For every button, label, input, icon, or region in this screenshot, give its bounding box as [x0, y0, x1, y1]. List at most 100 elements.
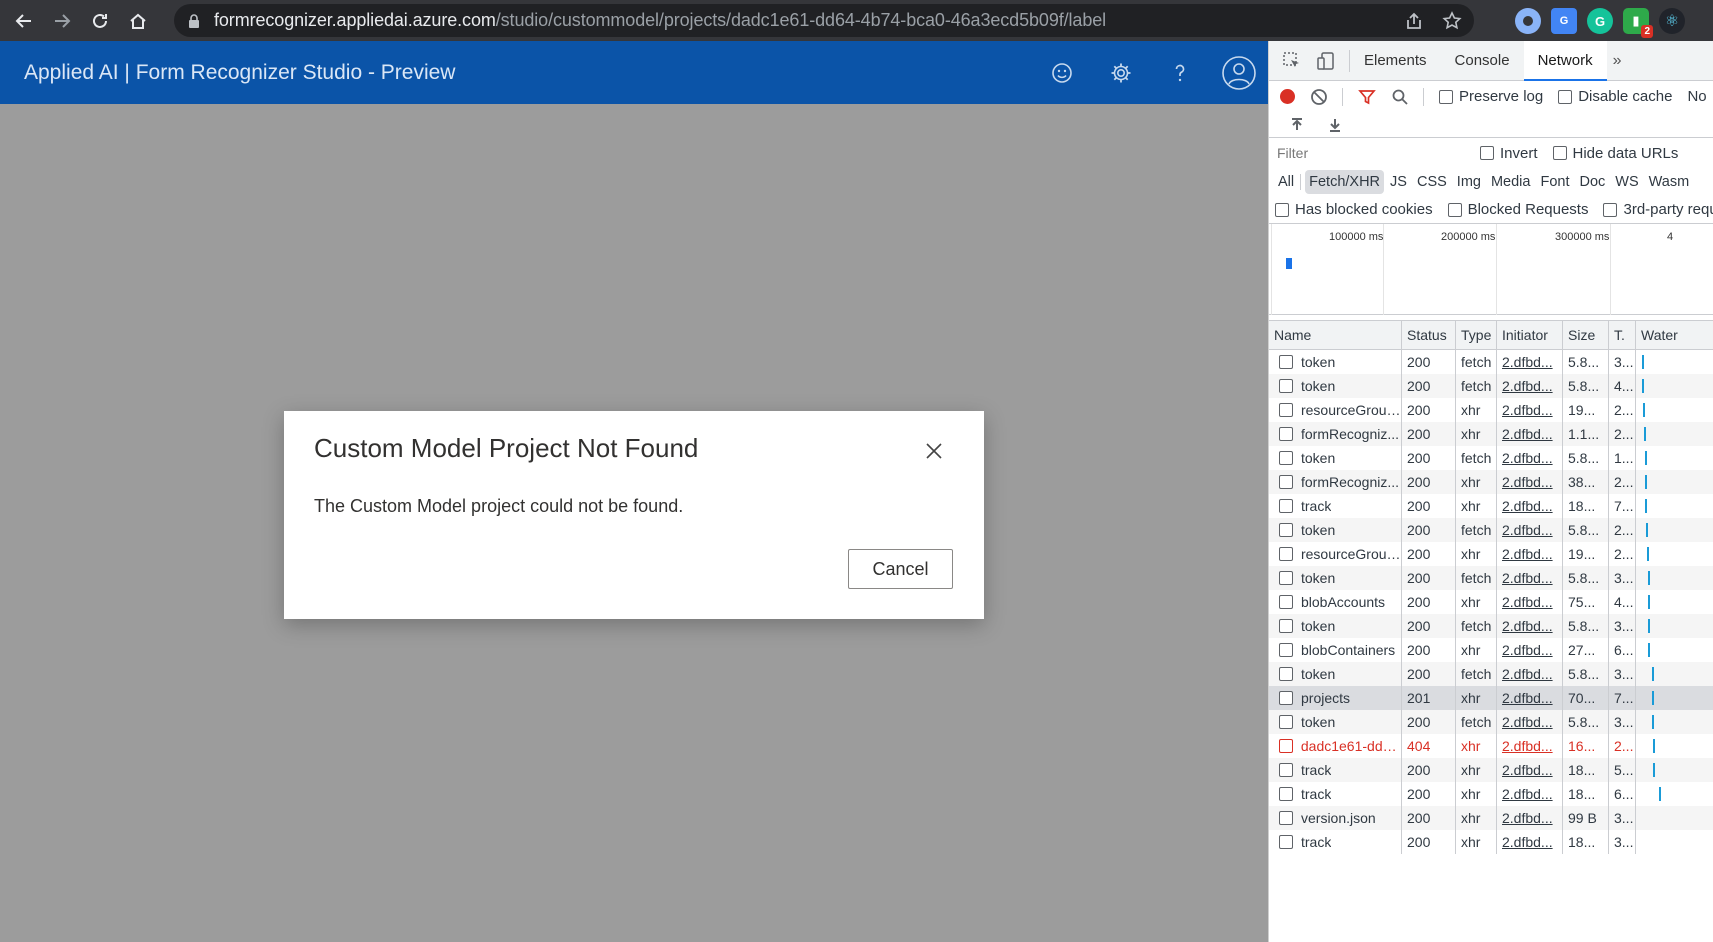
type-filter-media[interactable]: Media [1487, 170, 1535, 194]
blocked-requests-checkbox[interactable] [1447, 202, 1462, 217]
column-header-status[interactable]: Status [1402, 321, 1456, 349]
import-har-icon[interactable] [1289, 117, 1305, 133]
account-avatar-icon[interactable] [1209, 41, 1268, 104]
forward-icon[interactable] [44, 3, 80, 39]
request-initiator[interactable]: 2.dfbd... [1497, 590, 1563, 614]
extension-circle-icon[interactable] [1515, 8, 1541, 34]
table-row[interactable]: token 200 fetch 2.dfbd... 5.8... 1... [1269, 446, 1713, 470]
filter-funnel-icon[interactable] [1358, 88, 1376, 106]
table-row[interactable]: token 200 fetch 2.dfbd... 5.8... 4... [1269, 374, 1713, 398]
home-icon[interactable] [120, 3, 156, 39]
search-icon[interactable] [1391, 88, 1409, 106]
table-row[interactable]: dadc1e61-dd6... 404 xhr 2.dfbd... 16... 2... [1269, 734, 1713, 758]
table-row[interactable]: version.json 200 xhr 2.dfbd... 99 B 3... [1269, 806, 1713, 830]
table-row[interactable]: projects 201 xhr 2.dfbd... 70... 7... [1269, 686, 1713, 710]
request-initiator[interactable]: 2.dfbd... [1497, 470, 1563, 494]
address-bar[interactable]: formrecognizer.appliedai.azure.com/studi… [174, 4, 1474, 37]
table-row[interactable]: token 200 fetch 2.dfbd... 5.8... 2... [1269, 518, 1713, 542]
cancel-button[interactable]: Cancel [848, 549, 953, 589]
tab-console[interactable]: Console [1441, 41, 1524, 81]
close-icon[interactable] [924, 441, 944, 461]
feedback-smiley-icon[interactable] [1032, 41, 1091, 104]
type-filter-img[interactable]: Img [1453, 170, 1485, 194]
record-icon[interactable] [1280, 89, 1295, 104]
request-initiator[interactable]: 2.dfbd... [1497, 374, 1563, 398]
table-row[interactable]: resourceGroups 200 xhr 2.dfbd... 19... 2... [1269, 542, 1713, 566]
table-row[interactable]: track 200 xhr 2.dfbd... 18... 7... [1269, 494, 1713, 518]
type-filter-fetch-xhr[interactable]: Fetch/XHR [1305, 170, 1385, 194]
more-tabs-button[interactable]: » [1607, 52, 1628, 70]
throttling-select[interactable]: No [1687, 88, 1706, 105]
translate-extension-icon[interactable]: G [1551, 8, 1577, 34]
type-filter-ws[interactable]: WS [1611, 170, 1642, 194]
column-header-waterfall[interactable]: Water [1636, 321, 1713, 349]
disable-cache-checkbox[interactable] [1558, 89, 1573, 104]
type-filter-wasm[interactable]: Wasm [1645, 170, 1694, 194]
export-har-icon[interactable] [1327, 117, 1343, 133]
inspect-element-icon[interactable] [1281, 50, 1303, 72]
request-initiator[interactable]: 2.dfbd... [1497, 710, 1563, 734]
request-initiator[interactable]: 2.dfbd... [1497, 830, 1563, 854]
request-initiator[interactable]: 2.dfbd... [1497, 518, 1563, 542]
table-row[interactable]: resourceGroups 200 xhr 2.dfbd... 19... 2... [1269, 398, 1713, 422]
table-row[interactable]: token 200 fetch 2.dfbd... 5.8... 3... [1269, 614, 1713, 638]
clear-icon[interactable] [1310, 88, 1328, 106]
third-party-checkbox[interactable] [1603, 202, 1618, 217]
table-row[interactable]: track 200 xhr 2.dfbd... 18... 6... [1269, 782, 1713, 806]
request-initiator[interactable]: 2.dfbd... [1497, 638, 1563, 662]
request-initiator[interactable]: 2.dfbd... [1497, 758, 1563, 782]
share-icon[interactable] [1404, 11, 1424, 31]
type-filter-all[interactable]: All [1274, 170, 1298, 194]
column-header-type[interactable]: Type [1456, 321, 1497, 349]
column-header-name[interactable]: Name [1269, 321, 1402, 349]
table-row[interactable]: token 200 fetch 2.dfbd... 5.8... 3... [1269, 350, 1713, 374]
settings-gear-icon[interactable] [1091, 41, 1150, 104]
tab-elements[interactable]: Elements [1350, 41, 1441, 81]
react-devtools-icon[interactable]: ⚛ [1659, 8, 1685, 34]
tab-network[interactable]: Network [1523, 41, 1607, 81]
request-initiator[interactable]: 2.dfbd... [1497, 398, 1563, 422]
table-row[interactable]: blobContainers 200 xhr 2.dfbd... 27... 6... [1269, 638, 1713, 662]
column-header-size[interactable]: Size [1563, 321, 1609, 349]
preserve-log-checkbox[interactable] [1439, 89, 1453, 104]
has-blocked-cookies-option[interactable]: Has blocked cookies [1275, 201, 1433, 218]
type-filter-css[interactable]: CSS [1413, 170, 1451, 194]
table-row[interactable]: track 200 xhr 2.dfbd... 18... 5... [1269, 758, 1713, 782]
reload-icon[interactable] [82, 3, 118, 39]
request-initiator[interactable]: 2.dfbd... [1497, 422, 1563, 446]
table-row[interactable]: token 200 fetch 2.dfbd... 5.8... 3... [1269, 662, 1713, 686]
bookmark-star-icon[interactable] [1442, 10, 1462, 31]
type-filter-font[interactable]: Font [1536, 170, 1573, 194]
table-row[interactable]: token 200 fetch 2.dfbd... 5.8... 3... [1269, 710, 1713, 734]
column-header-time[interactable]: T. [1609, 321, 1636, 349]
column-header-initiator[interactable]: Initiator [1497, 321, 1563, 349]
blocked-requests-option[interactable]: Blocked Requests [1447, 201, 1588, 218]
request-initiator[interactable]: 2.dfbd... [1497, 662, 1563, 686]
third-party-option[interactable]: 3rd-party requ [1603, 201, 1713, 218]
disable-cache-option[interactable]: Disable cache [1558, 88, 1672, 105]
request-initiator[interactable]: 2.dfbd... [1497, 782, 1563, 806]
request-initiator[interactable]: 2.dfbd... [1497, 734, 1563, 758]
device-toolbar-icon[interactable] [1315, 50, 1337, 72]
type-filter-doc[interactable]: Doc [1575, 170, 1609, 194]
table-row[interactable]: token 200 fetch 2.dfbd... 5.8... 3... [1269, 566, 1713, 590]
request-initiator[interactable]: 2.dfbd... [1497, 350, 1563, 374]
filter-input[interactable]: Filter [1274, 142, 1464, 164]
invert-checkbox[interactable] [1480, 146, 1494, 160]
request-initiator[interactable]: 2.dfbd... [1497, 494, 1563, 518]
network-overview-timeline[interactable]: 100000 ms 200000 ms 300000 ms 4 [1269, 224, 1713, 315]
type-filter-js[interactable]: JS [1386, 170, 1411, 194]
request-initiator[interactable]: 2.dfbd... [1497, 566, 1563, 590]
back-icon[interactable] [6, 3, 42, 39]
notification-extension-icon[interactable]: ▮ 2 [1623, 8, 1653, 38]
hide-data-urls-option[interactable]: Hide data URLs [1552, 145, 1678, 162]
invert-option[interactable]: Invert [1480, 145, 1538, 162]
table-row[interactable]: track 200 xhr 2.dfbd... 18... 3... [1269, 830, 1713, 854]
help-question-icon[interactable] [1150, 41, 1209, 104]
request-initiator[interactable]: 2.dfbd... [1497, 446, 1563, 470]
table-row[interactable]: formRecogniz... 200 xhr 2.dfbd... 38... 2... [1269, 470, 1713, 494]
request-initiator[interactable]: 2.dfbd... [1497, 806, 1563, 830]
request-initiator[interactable]: 2.dfbd... [1497, 686, 1563, 710]
preserve-log-option[interactable]: Preserve log [1439, 88, 1543, 105]
request-initiator[interactable]: 2.dfbd... [1497, 614, 1563, 638]
